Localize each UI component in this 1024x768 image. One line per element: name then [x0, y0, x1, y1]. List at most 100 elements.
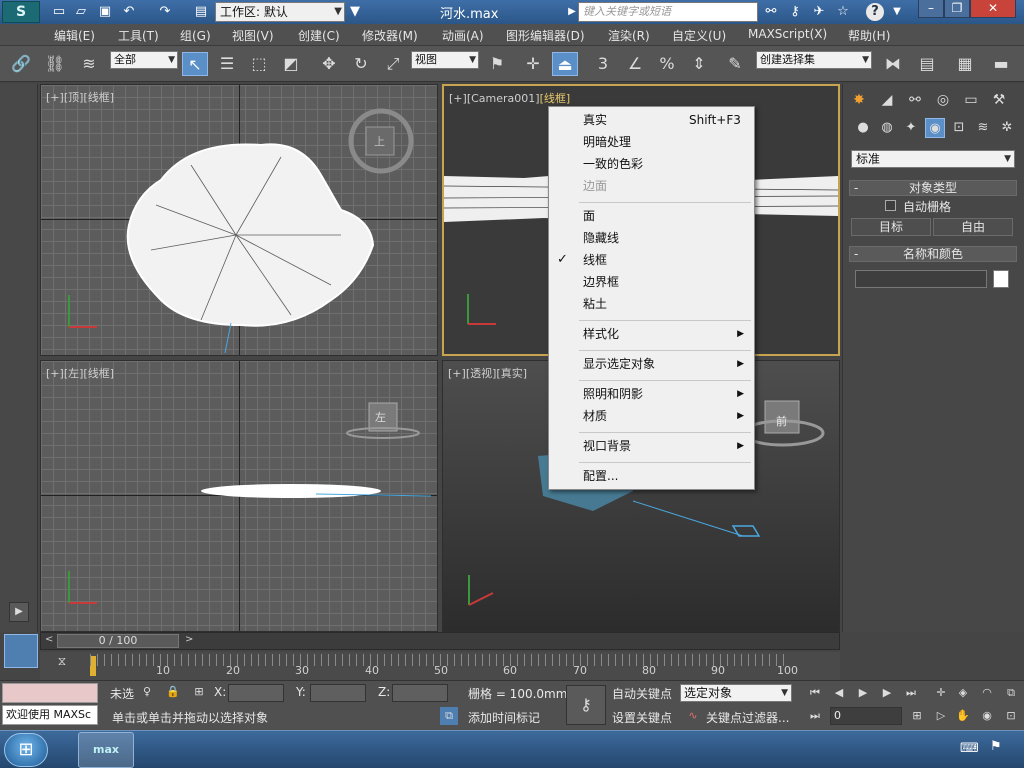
auto-grid-checkbox[interactable]	[885, 200, 896, 211]
workspace-select[interactable]: 工作区: 默认 ▼	[215, 2, 345, 22]
menu-help[interactable]: 帮助(H)	[848, 27, 890, 44]
menu-animation[interactable]: 动画(A)	[442, 27, 484, 44]
shapes-icon[interactable]: ◍	[877, 118, 897, 138]
selection-filter-select[interactable]: 全部 ▼	[110, 51, 178, 69]
open-file-icon[interactable]: ▱	[72, 3, 90, 21]
play-icon[interactable]: ▶	[854, 684, 872, 702]
mini-curve-editor-icon[interactable]: ⧖	[52, 654, 72, 674]
z-coordinate-field[interactable]	[392, 684, 448, 702]
keyboard-shortcut-override-icon[interactable]: ⏏	[552, 52, 578, 76]
time-slider[interactable]: < 0 / 100 >	[40, 632, 840, 650]
menu-item-hidden-line[interactable]: 隐藏线	[549, 227, 754, 249]
redo-icon[interactable]: ↷	[156, 3, 174, 21]
isolate-selection-icon[interactable]: ♀	[138, 683, 156, 701]
favorite-star-icon[interactable]: ☆	[834, 3, 852, 21]
zoom-extents-all-icon[interactable]: ⧉	[1002, 684, 1020, 702]
menu-rendering[interactable]: 渲染(R)	[608, 27, 650, 44]
select-object-icon[interactable]: ↖	[182, 52, 208, 76]
reference-coordinate-select[interactable]: 视图 ▼	[411, 51, 479, 69]
motion-tab-icon[interactable]: ◎	[931, 88, 955, 112]
add-time-tag-icon[interactable]: ⧉	[440, 707, 458, 725]
rollout-object-type[interactable]: - 对象类型	[849, 180, 1017, 196]
key-icon[interactable]: ⚷	[786, 3, 804, 21]
menu-item-materials[interactable]: 材质 ▶	[549, 405, 754, 427]
select-and-move-icon[interactable]: ✥	[316, 52, 342, 76]
new-file-icon[interactable]: ▭	[50, 3, 68, 21]
app-logo-button[interactable]: S	[2, 1, 40, 23]
menu-item-facets[interactable]: 面	[549, 205, 754, 227]
menu-edit[interactable]: 编辑(E)	[54, 27, 95, 44]
angle-snap-icon[interactable]: ∠	[622, 52, 648, 76]
binoculars-icon[interactable]: ⚯	[762, 3, 780, 21]
tray-flag-icon[interactable]: ⚑	[990, 739, 1002, 754]
rectangular-selection-icon[interactable]: ⬚	[246, 52, 272, 76]
start-button[interactable]: ⊞	[4, 733, 48, 767]
time-slider-thumb[interactable]: 0 / 100	[57, 634, 179, 648]
graphite-tools-icon[interactable]: ▬	[988, 52, 1014, 76]
lights-icon[interactable]: ✦	[901, 118, 921, 138]
pan-view-icon[interactable]: ✋	[954, 707, 972, 725]
percent-snap-icon[interactable]: %	[654, 52, 680, 76]
select-and-link-icon[interactable]: 🔗	[8, 52, 34, 76]
key-filters-button[interactable]: 关键点过滤器...	[706, 709, 789, 726]
menu-customize[interactable]: 自定义(U)	[672, 27, 726, 44]
menu-maxscript[interactable]: MAXScript(X)	[748, 27, 827, 41]
object-name-input[interactable]	[855, 270, 987, 288]
spinner-snap-icon[interactable]: ⇕	[686, 52, 712, 76]
menu-item-shaded[interactable]: 明暗处理	[549, 131, 754, 153]
menu-views[interactable]: 视图(V)	[232, 27, 274, 44]
undo-icon[interactable]: ↶	[120, 3, 138, 21]
y-coordinate-field[interactable]	[310, 684, 366, 702]
menu-item-wireframe[interactable]: ✓ 线框	[549, 249, 754, 271]
pivot-center-icon[interactable]: ⚑	[484, 52, 510, 76]
helpers-icon[interactable]: ⊡	[949, 118, 969, 138]
menu-item-stylized[interactable]: 样式化 ▶	[549, 323, 754, 345]
menu-item-consistent-colors[interactable]: 一致的色彩	[549, 153, 754, 175]
close-button[interactable]: ✕	[970, 0, 1016, 18]
mirror-icon[interactable]: ⧓	[880, 52, 906, 76]
play-expand-icon[interactable]: ▶	[9, 602, 29, 622]
snaps-toggle-icon[interactable]: 3	[590, 52, 616, 76]
quick-access-menu-icon[interactable]: ▼	[346, 3, 364, 21]
menu-item-bounding-box[interactable]: 边界框	[549, 271, 754, 293]
go-to-end-icon[interactable]: ⏭	[902, 684, 920, 702]
select-and-scale-icon[interactable]: ⤢	[380, 52, 406, 76]
modify-tab-icon[interactable]: ◢	[875, 88, 899, 112]
zoom-all-icon[interactable]: ◈	[954, 684, 972, 702]
keyboard-icon[interactable]: ⌨	[960, 741, 979, 756]
key-filter-curve-icon[interactable]: ∿	[684, 707, 702, 725]
chevron-left-icon[interactable]: <	[45, 634, 53, 645]
geometry-icon[interactable]: ●	[853, 118, 873, 138]
menu-tools[interactable]: 工具(T)	[118, 27, 159, 44]
menu-graph-editors[interactable]: 图形编辑器(D)	[506, 27, 585, 44]
help-icon[interactable]: ?	[866, 3, 884, 21]
viewport-top[interactable]: [+][顶][线框] 上	[40, 84, 438, 356]
select-by-name-icon[interactable]: ☰	[214, 52, 240, 76]
orbit-icon[interactable]: ◉	[978, 707, 996, 725]
go-to-start-icon[interactable]: ⏮	[806, 684, 824, 702]
free-camera-button[interactable]: 自由	[933, 218, 1013, 236]
create-tab-icon[interactable]: ✸	[847, 88, 871, 112]
object-category-select[interactable]: 标准 ▼	[851, 150, 1015, 168]
edit-named-selection-icon[interactable]: ✎	[722, 52, 748, 76]
maximize-button[interactable]: ❐	[944, 0, 970, 18]
select-manipulate-icon[interactable]: ✛	[520, 52, 546, 76]
project-folder-icon[interactable]: ▤	[192, 3, 210, 21]
unlink-icon[interactable]: ⛓	[42, 52, 68, 76]
viewport-left[interactable]: [+][左][线框] 左	[40, 360, 438, 632]
key-mode-select[interactable]: 选定对象 ▼	[680, 684, 792, 702]
menu-item-display-selected[interactable]: 显示选定对象 ▶	[549, 353, 754, 375]
layer-manager-icon[interactable]: ▦	[952, 52, 978, 76]
zoom-extents-icon[interactable]: ◠	[978, 684, 996, 702]
utilities-tab-icon[interactable]: ⚒	[987, 88, 1011, 112]
help-dropdown-icon[interactable]: ▼	[888, 3, 906, 21]
cameras-icon[interactable]: ◉	[925, 118, 945, 138]
previous-frame-icon[interactable]: ◀	[830, 684, 848, 702]
maxscript-input[interactable]: 欢迎使用 MAXSc	[2, 705, 98, 725]
time-configuration-icon[interactable]: ⊞	[908, 707, 926, 725]
systems-icon[interactable]: ✲	[997, 118, 1017, 138]
chevron-right-icon[interactable]: >	[185, 634, 193, 645]
bind-space-warp-icon[interactable]: ≋	[76, 52, 102, 76]
display-tab-icon[interactable]: ▭	[959, 88, 983, 112]
window-crossing-icon[interactable]: ◩	[278, 52, 304, 76]
